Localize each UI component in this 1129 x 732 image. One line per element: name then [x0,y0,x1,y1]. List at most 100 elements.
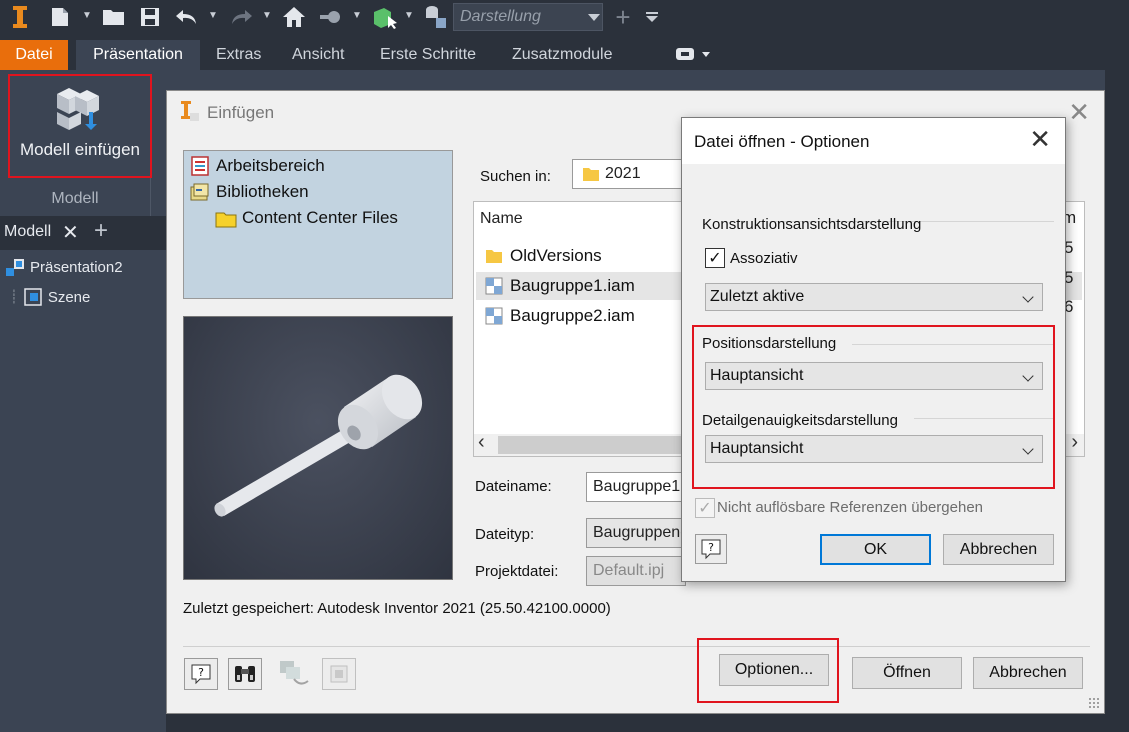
preview-icon [330,665,348,683]
tab-zusatzmodule[interactable]: Zusatzmodule [502,40,623,70]
preview-toggle-button[interactable] [322,658,356,690]
representation-dropdown-arrow-icon [588,14,600,21]
select-mode-dropdown-icon[interactable]: ▼ [404,10,414,21]
chevron-down-icon [1022,443,1034,455]
look-in-combo[interactable]: 2021 [572,159,692,189]
browser-add-icon[interactable]: + [94,217,108,245]
update-icon[interactable] [316,4,346,30]
folder-icon [215,212,237,228]
update-dropdown-icon[interactable]: ▼ [352,10,362,21]
background-area [1105,70,1129,732]
ok-button[interactable]: OK [820,534,931,565]
save-icon[interactable] [136,4,164,30]
background-area [166,714,1129,732]
help-button[interactable]: ? [184,658,218,690]
model-browser: Präsentation2 ┊ Szene [0,250,166,732]
location-panel: Arbeitsbereich Bibliotheken Content Cent… [183,150,453,299]
representation-combo[interactable]: Darstellung [453,3,603,31]
options-help-button[interactable]: ? [695,534,727,564]
tree-node-label: Präsentation2 [30,258,123,276]
options-dialog-title: Datei öffnen - Optionen [694,132,870,151]
workspace-icon [191,156,209,176]
model-preview-image [214,374,423,517]
select-mode-icon[interactable] [370,4,398,30]
binoculars-icon [235,666,255,682]
location-label: Content Center Files [242,208,398,227]
position-select[interactable]: Hauptansicht [705,362,1043,390]
place-model-button[interactable]: Modell einfügen [8,74,152,178]
tab-ansicht[interactable]: Ansicht [282,40,354,70]
tree-node-presentation[interactable]: Präsentation2 [4,256,123,278]
file-name: OldVersions [510,246,602,265]
file-name-input[interactable]: Baugruppe1. [586,472,686,502]
place-model-icon [57,88,99,130]
file-name: Baugruppe2.iam [510,306,635,325]
help-glyph: ? [708,541,714,554]
browser-tab-bar: Modell ✕ + [0,216,166,250]
representation-placeholder: Darstellung [460,8,541,25]
look-in-value: 2021 [605,165,641,182]
tab-datei[interactable]: Datei [0,40,68,70]
skip-unresolved-label: Nicht auflösbare Referenzen übergehen [717,499,984,516]
tree-connector: ┊ [10,289,18,304]
browser-tab-modell[interactable]: Modell [4,223,51,241]
dialog-title: Einfügen [207,103,275,122]
new-file-dropdown-icon[interactable]: ▼ [82,10,92,21]
help-icon: ? [191,664,211,685]
design-view-value: Zuletzt aktive [710,288,805,305]
model-preview [183,316,453,580]
redo-icon[interactable] [226,4,256,30]
options-cancel-button[interactable]: Abbrechen [943,534,1054,565]
representation-icon[interactable] [422,4,450,30]
home-icon[interactable] [280,4,308,30]
design-view-select[interactable]: Zuletzt aktive [705,283,1043,311]
browser-close-icon[interactable]: ✕ [62,220,79,245]
iproperties-button[interactable] [278,658,312,690]
dialog-close-icon[interactable]: ✕ [1068,97,1090,128]
ribbon-panel-label-modell: Modell [51,190,99,207]
tree-node-label: Szene [47,288,91,306]
project-file-label: Projektdatei: [475,563,559,580]
location-label: Bibliotheken [216,182,309,201]
customize-toolbar-icon[interactable] [642,4,662,30]
presentation-icon [6,259,24,276]
plus-icon[interactable]: + [612,2,634,32]
ribbon-tab-bar: Datei Präsentation Extras Ansicht Erste … [0,36,1129,70]
options-button[interactable]: Optionen... [719,654,829,686]
open-folder-icon[interactable] [100,4,128,30]
inventor-dialog-icon [181,101,199,121]
location-content-center[interactable]: Content Center Files [214,207,398,229]
scroll-right-icon[interactable]: › [1071,431,1078,454]
find-button[interactable] [228,658,262,690]
tab-erste-schritte[interactable]: Erste Schritte [370,40,486,70]
options-close-icon[interactable]: ✕ [1029,124,1051,155]
undo-icon[interactable] [172,4,202,30]
folder-icon [583,168,599,181]
cancel-button[interactable]: Abbrechen [973,657,1083,689]
associative-checkbox[interactable]: ✓ [705,248,725,268]
panel-visibility-toggle[interactable] [662,40,712,70]
file-list-header-name[interactable]: Name [480,210,523,228]
undo-dropdown-icon[interactable]: ▼ [208,10,218,21]
project-file-field: Default.ipj [586,556,686,586]
file-type-select[interactable]: Baugruppend [586,518,686,548]
help-icon: ? [701,539,721,560]
checkmark-icon: ✓ [708,250,722,267]
location-libraries[interactable]: Bibliotheken [188,181,309,203]
tree-node-scene[interactable]: ┊ Szene [10,286,90,308]
group-line [852,344,1054,345]
tab-extras[interactable]: Extras [206,40,271,70]
scroll-left-icon[interactable]: ‹ [478,431,485,454]
lod-select[interactable]: Hauptansicht [705,435,1043,463]
inventor-logo-icon[interactable] [8,4,32,30]
divider [183,646,1090,647]
associative-label: Assoziativ [730,250,798,267]
redo-dropdown-icon[interactable]: ▼ [262,10,272,21]
location-workspace[interactable]: Arbeitsbereich [188,155,325,177]
open-button[interactable]: Öffnen [852,657,962,689]
look-in-label: Suchen in: [480,168,551,185]
new-file-icon[interactable] [46,4,74,30]
lod-group-label: Detailgenauigkeitsdarstellung [702,412,898,429]
resize-grip[interactable] [1088,697,1100,709]
tab-praesentation[interactable]: Präsentation [76,40,200,70]
